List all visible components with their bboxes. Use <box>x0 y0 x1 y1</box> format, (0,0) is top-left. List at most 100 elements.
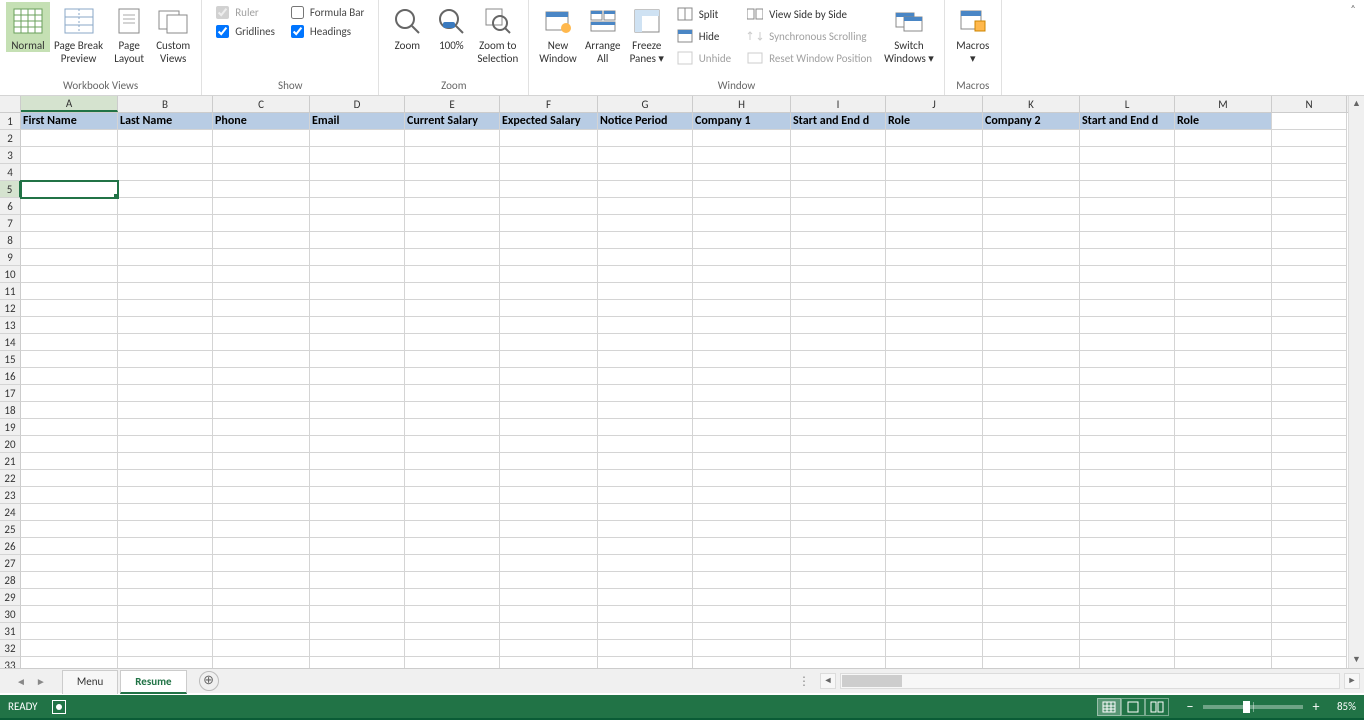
cell-A18[interactable] <box>21 402 118 419</box>
select-all-corner[interactable] <box>0 96 21 112</box>
cell-L17[interactable] <box>1080 385 1175 402</box>
cell-J6[interactable] <box>886 198 983 215</box>
cell-I17[interactable] <box>791 385 886 402</box>
cell-B12[interactable] <box>118 300 213 317</box>
cell-B6[interactable] <box>118 198 213 215</box>
cell-H2[interactable] <box>693 130 791 147</box>
cell-F16[interactable] <box>500 368 598 385</box>
cell-E27[interactable] <box>405 555 500 572</box>
cell-K18[interactable] <box>983 402 1080 419</box>
cell-B10[interactable] <box>118 266 213 283</box>
cell-M25[interactable] <box>1175 521 1272 538</box>
cell-F14[interactable] <box>500 334 598 351</box>
cell-E22[interactable] <box>405 470 500 487</box>
cell-I23[interactable] <box>791 487 886 504</box>
cell-G26[interactable] <box>598 538 693 555</box>
cell-I7[interactable] <box>791 215 886 232</box>
cell-D27[interactable] <box>310 555 405 572</box>
cell-D20[interactable] <box>310 436 405 453</box>
cell-B17[interactable] <box>118 385 213 402</box>
cell-A32[interactable] <box>21 640 118 657</box>
cell-J19[interactable] <box>886 419 983 436</box>
cell-N29[interactable] <box>1272 589 1347 606</box>
cell-I18[interactable] <box>791 402 886 419</box>
cell-J1[interactable]: Role <box>886 113 983 130</box>
cell-I28[interactable] <box>791 572 886 589</box>
cell-L1[interactable]: Start and End d <box>1080 113 1175 130</box>
cell-D9[interactable] <box>310 249 405 266</box>
cell-M24[interactable] <box>1175 504 1272 521</box>
cell-E15[interactable] <box>405 351 500 368</box>
cell-N31[interactable] <box>1272 623 1347 640</box>
cell-I22[interactable] <box>791 470 886 487</box>
cell-F26[interactable] <box>500 538 598 555</box>
zoom-in-button[interactable]: + <box>1309 698 1323 715</box>
cell-D26[interactable] <box>310 538 405 555</box>
cell-L7[interactable] <box>1080 215 1175 232</box>
cell-K7[interactable] <box>983 215 1080 232</box>
cell-L26[interactable] <box>1080 538 1175 555</box>
cell-L8[interactable] <box>1080 232 1175 249</box>
formula-bar-checkbox[interactable]: Formula Bar <box>291 6 364 19</box>
freeze-panes-button[interactable]: Freeze Panes ▾ <box>625 2 669 65</box>
custom-views-button[interactable]: Custom Views <box>151 2 195 65</box>
cell-C21[interactable] <box>213 453 310 470</box>
cell-M31[interactable] <box>1175 623 1272 640</box>
cell-H18[interactable] <box>693 402 791 419</box>
cell-G13[interactable] <box>598 317 693 334</box>
cell-F17[interactable] <box>500 385 598 402</box>
row-header-30[interactable]: 30 <box>0 606 21 623</box>
column-header-F[interactable]: F <box>500 96 598 112</box>
cell-H19[interactable] <box>693 419 791 436</box>
cell-I24[interactable] <box>791 504 886 521</box>
cell-G20[interactable] <box>598 436 693 453</box>
cell-G15[interactable] <box>598 351 693 368</box>
cell-N12[interactable] <box>1272 300 1347 317</box>
cell-D22[interactable] <box>310 470 405 487</box>
cell-E3[interactable] <box>405 147 500 164</box>
cell-G27[interactable] <box>598 555 693 572</box>
zoom-percent[interactable]: 85% <box>1337 700 1356 713</box>
cell-C24[interactable] <box>213 504 310 521</box>
cell-B26[interactable] <box>118 538 213 555</box>
cell-N6[interactable] <box>1272 198 1347 215</box>
cell-M2[interactable] <box>1175 130 1272 147</box>
cell-M22[interactable] <box>1175 470 1272 487</box>
cell-N18[interactable] <box>1272 402 1347 419</box>
cell-D25[interactable] <box>310 521 405 538</box>
cell-A3[interactable] <box>21 147 118 164</box>
cell-F32[interactable] <box>500 640 598 657</box>
cell-D11[interactable] <box>310 283 405 300</box>
cell-E9[interactable] <box>405 249 500 266</box>
cell-D1[interactable]: Email <box>310 113 405 130</box>
cell-C23[interactable] <box>213 487 310 504</box>
cell-J33[interactable] <box>886 657 983 668</box>
cell-K28[interactable] <box>983 572 1080 589</box>
row-header-26[interactable]: 26 <box>0 538 21 555</box>
cell-K9[interactable] <box>983 249 1080 266</box>
zoom-to-selection-button[interactable]: Zoom to Selection <box>473 2 522 65</box>
cell-L22[interactable] <box>1080 470 1175 487</box>
cell-J26[interactable] <box>886 538 983 555</box>
cell-N1[interactable] <box>1272 113 1347 130</box>
cell-N22[interactable] <box>1272 470 1347 487</box>
cell-M33[interactable] <box>1175 657 1272 668</box>
cell-D31[interactable] <box>310 623 405 640</box>
cell-N26[interactable] <box>1272 538 1347 555</box>
cell-I8[interactable] <box>791 232 886 249</box>
cell-M23[interactable] <box>1175 487 1272 504</box>
cell-F4[interactable] <box>500 164 598 181</box>
cell-A23[interactable] <box>21 487 118 504</box>
cell-G4[interactable] <box>598 164 693 181</box>
cell-H21[interactable] <box>693 453 791 470</box>
row-header-16[interactable]: 16 <box>0 368 21 385</box>
cell-C29[interactable] <box>213 589 310 606</box>
cell-I27[interactable] <box>791 555 886 572</box>
column-header-A[interactable]: A <box>21 96 118 112</box>
cell-A31[interactable] <box>21 623 118 640</box>
cell-J31[interactable] <box>886 623 983 640</box>
cell-M32[interactable] <box>1175 640 1272 657</box>
cell-H6[interactable] <box>693 198 791 215</box>
cell-M6[interactable] <box>1175 198 1272 215</box>
cell-B13[interactable] <box>118 317 213 334</box>
